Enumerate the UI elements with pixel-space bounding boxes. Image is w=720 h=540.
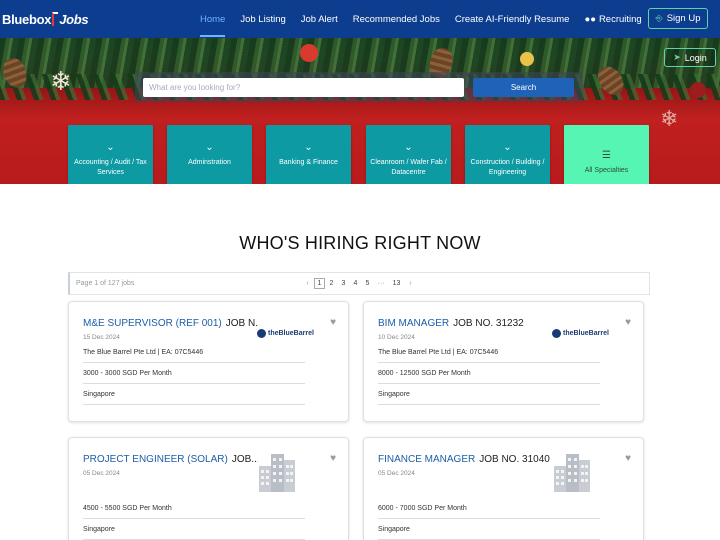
building-icon (554, 454, 590, 492)
candy-cane-icon (52, 12, 59, 26)
next-page-icon[interactable]: › (405, 278, 416, 289)
ornament-decoration (300, 44, 318, 62)
heart-icon[interactable]: ♥ (330, 453, 336, 464)
chevron-down-icon: ⌄ (503, 142, 512, 153)
heart-icon[interactable]: ♥ (330, 317, 336, 328)
login-button[interactable]: ➤ Login (664, 48, 716, 67)
barrel-icon (552, 329, 561, 338)
site-logo[interactable]: Bluebox Jobs (2, 9, 89, 29)
job-location: Singapore (83, 526, 305, 540)
snowflake-icon: ❄ (50, 66, 72, 96)
search-input[interactable] (143, 78, 464, 97)
signup-button[interactable]: ⎆ Sign Up (648, 8, 708, 29)
section-title: WHO'S HIRING RIGHT NOW (239, 233, 481, 253)
job-date: 15 Dec 2024 (83, 334, 120, 341)
login-icon: ➤ (673, 52, 681, 62)
page-13[interactable]: 13 (389, 278, 404, 289)
job-salary: 8000 - 12500 SGD Per Month (378, 370, 600, 384)
nav-home[interactable]: Home (200, 14, 226, 37)
page-5[interactable]: 5 (362, 278, 373, 289)
job-location: Singapore (83, 391, 305, 405)
ornament-decoration (690, 82, 706, 98)
job-salary: 4500 - 5500 SGD Per Month (83, 505, 305, 519)
heart-icon[interactable]: ♥ (625, 317, 631, 328)
nav-job-listing[interactable]: Job Listing (240, 14, 285, 25)
job-card[interactable]: FINANCE MANAGER JOB NO. 31040 05 Dec 2024… (363, 437, 644, 540)
ornament-decoration (520, 52, 534, 66)
user-plus-icon: ⎆ (655, 13, 663, 23)
nav-links: Home Job Listing Job Alert Recommended J… (200, 0, 657, 38)
job-card[interactable]: M&E SUPERVISOR (REF 001)JOB N... 15 Dec … (68, 301, 349, 422)
category-cleanroom[interactable]: ⌄ Cleanroom / Wafer Fab / Datacentre (366, 125, 451, 184)
job-location: Singapore (378, 391, 600, 405)
page-info: Page 1 of 127 jobs (76, 280, 135, 287)
heart-icon[interactable]: ♥ (625, 453, 631, 464)
job-title[interactable]: BIM MANAGER JOB NO. 31232 (378, 318, 553, 329)
page-4[interactable]: 4 (350, 278, 361, 289)
list-icon: ☰ (602, 150, 611, 161)
chevron-down-icon: ⌄ (106, 142, 115, 153)
page-1[interactable]: 1 (314, 278, 325, 289)
job-salary: 6000 - 7000 SGD Per Month (378, 505, 600, 519)
job-company: The Blue Barrel Pte Ltd | EA: 07C5446 (378, 349, 600, 363)
pagination-bar: Page 1 of 127 jobs ‹ 1 2 3 4 5 ··· 13 › (68, 272, 650, 295)
job-company: The Blue Barrel Pte Ltd | EA: 07C5446 (83, 349, 305, 363)
page-ellipsis: ··· (377, 280, 385, 287)
page-2[interactable]: 2 (326, 278, 337, 289)
job-salary: 3000 - 3000 SGD Per Month (83, 370, 305, 384)
category-construction[interactable]: ⌄ Construction / Building / Engineering (465, 125, 550, 184)
hero-banner: ❄ ❄ ❄ ➤Login Search ⌄Accounting / Audit … (0, 38, 720, 184)
job-date: 05 Dec 2024 (378, 470, 415, 477)
nav-create-resume[interactable]: Create AI-Friendly Resume (455, 14, 570, 25)
job-title[interactable]: PROJECT ENGINEER (SOLAR) JOB... (83, 454, 258, 465)
category-all-specialties[interactable]: ☰ All Specialties (564, 125, 649, 184)
category-accounting[interactable]: ⌄ Accounting / Audit / Tax Services (68, 125, 153, 184)
company-logo: theBlueBarrel (552, 329, 609, 338)
nav-recommended-jobs[interactable]: Recommended Jobs (353, 14, 440, 25)
top-navbar: Bluebox Jobs Home Job Listing Job Alert R… (0, 0, 720, 38)
category-administration[interactable]: ⌄ Adminstration (167, 125, 252, 184)
job-location: Singapore (378, 526, 600, 540)
job-card[interactable]: BIM MANAGER JOB NO. 31232 10 Dec 2024 the… (363, 301, 644, 422)
company-logo: theBlueBarrel (257, 329, 314, 338)
pagination: ‹ 1 2 3 4 5 ··· 13 › (302, 278, 417, 289)
page-3[interactable]: 3 (338, 278, 349, 289)
chevron-down-icon: ⌄ (404, 142, 413, 153)
job-title[interactable]: FINANCE MANAGER JOB NO. 31040 (378, 454, 553, 465)
job-date: 10 Dec 2024 (378, 334, 415, 341)
search-panel: Search (135, 72, 583, 102)
chevron-down-icon: ⌄ (205, 142, 214, 153)
barrel-icon (257, 329, 266, 338)
category-banking[interactable]: ⌄ Banking & Finance (266, 125, 351, 184)
chevron-down-icon: ⌄ (304, 142, 313, 153)
job-title[interactable]: M&E SUPERVISOR (REF 001)JOB N... (83, 318, 258, 329)
job-card[interactable]: PROJECT ENGINEER (SOLAR) JOB... 05 Dec 20… (68, 437, 349, 540)
users-icon: ●● (584, 13, 596, 25)
search-button[interactable]: Search (473, 78, 574, 97)
prev-page-icon[interactable]: ‹ (302, 278, 313, 289)
nav-job-alert[interactable]: Job Alert (301, 14, 338, 25)
job-date: 05 Dec 2024 (83, 470, 120, 477)
snowflake-icon: ❄ (660, 106, 679, 131)
building-icon (259, 454, 295, 492)
nav-recruiting[interactable]: ●● Recruiting (584, 14, 641, 25)
